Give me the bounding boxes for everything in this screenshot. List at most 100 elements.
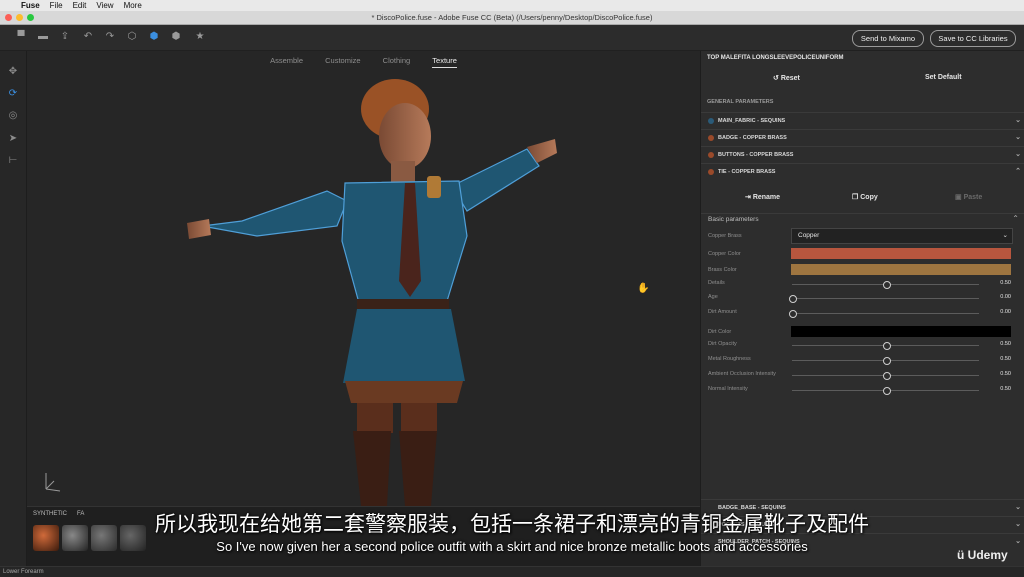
section-label: MAIN_FABRIC - SEQUINS — [718, 118, 786, 124]
material-dot-icon — [708, 118, 714, 124]
left-hand — [187, 219, 211, 239]
slider-label: Normal Intensity — [708, 386, 748, 392]
general-parameters-heading: GENERAL PARAMETERS — [707, 99, 774, 105]
status-text: Lower Forearm — [3, 569, 44, 575]
udemy-logo-icon: ü — [957, 548, 968, 562]
set-default-button[interactable]: Set Default — [925, 74, 962, 81]
cube-wire-icon[interactable]: ⬢ — [170, 31, 182, 43]
cube-outline-icon[interactable]: ⬡ — [126, 31, 138, 43]
section-tie[interactable]: TIE - COPPER BRASS ⌃ — [701, 163, 1024, 180]
rotate-icon[interactable]: ⟳ — [7, 88, 19, 100]
material-dot-icon — [708, 152, 714, 158]
chevron-up-icon[interactable]: ⌃ — [1012, 214, 1019, 223]
undo-icon[interactable]: ↶ — [82, 31, 94, 43]
badge — [427, 176, 441, 198]
basic-parameters-heading: Basic parameters — [708, 216, 759, 223]
slider-track[interactable] — [792, 387, 979, 395]
copper-color-label: Copper Color — [708, 251, 741, 257]
slider-label: Ambient Occlusion Intensity — [708, 371, 776, 377]
slider-label: Metal Roughness — [708, 356, 751, 362]
menu-edit[interactable]: Edit — [73, 1, 87, 10]
slider-handle[interactable] — [882, 281, 891, 289]
cube-solid-icon[interactable]: ⬢ — [148, 31, 160, 43]
dirt-color-label: Dirt Color — [708, 329, 732, 335]
hierarchy-icon[interactable]: ⊢ — [7, 155, 19, 167]
copy-icon: ❐ — [852, 194, 861, 201]
copy-label: Copy — [860, 194, 878, 201]
material-dot-icon — [708, 169, 714, 175]
menu-app-fuse[interactable]: Fuse — [21, 1, 40, 10]
slider-track[interactable] — [792, 357, 979, 365]
chevron-down-icon: ⌄ — [1015, 117, 1021, 124]
save-to-cc-libraries-button[interactable]: Save to CC Libraries — [930, 30, 1016, 47]
brass-color-swatch[interactable] — [791, 264, 1011, 275]
select-value: Copper — [798, 232, 820, 239]
select-pointer-icon[interactable]: ➤ — [7, 133, 19, 145]
slider-track[interactable] — [792, 372, 979, 380]
slider-handle[interactable] — [789, 295, 797, 303]
right-boot — [399, 431, 437, 506]
section-buttons[interactable]: BUTTONS - COPPER BRASS ⌄ — [701, 146, 1024, 163]
head — [379, 103, 431, 169]
brass-color-label: Brass Color — [708, 267, 737, 273]
slider-label: Details — [708, 280, 725, 286]
slider-label: Age — [708, 294, 718, 300]
section-badge[interactable]: BADGE - COPPER BRASS ⌄ — [701, 129, 1024, 146]
left-tool-rail: ✥ ⟳ ◎ ➤ ⊢ — [0, 51, 27, 566]
chevron-up-icon: ⌃ — [1015, 168, 1021, 175]
slider-handle[interactable] — [882, 342, 891, 350]
divider — [701, 213, 1024, 214]
udemy-text: Udemy — [967, 548, 1008, 562]
section-label: BUTTONS - COPPER BRASS — [718, 152, 794, 158]
right-arm — [451, 148, 540, 212]
reset-label: Reset — [780, 75, 800, 82]
menu-more[interactable]: More — [124, 1, 142, 10]
menu-file[interactable]: File — [50, 1, 63, 10]
character-model[interactable]: ✋ — [27, 51, 700, 506]
slider-handle[interactable] — [882, 357, 891, 365]
slider-value: 0.00 — [1000, 294, 1011, 300]
slider-value: 0.50 — [1000, 371, 1011, 377]
dirt-color-swatch[interactable] — [791, 326, 1011, 337]
slider-track[interactable] — [792, 281, 979, 289]
slider-track[interactable] — [792, 342, 979, 350]
hand-cursor-icon: ✋ — [637, 281, 649, 294]
paste-button[interactable]: ▣ Paste — [955, 193, 982, 201]
rename-button[interactable]: ⇥ Rename — [745, 193, 780, 201]
menu-view[interactable]: View — [96, 1, 113, 10]
section-main-fabric[interactable]: MAIN_FABRIC - SEQUINS ⌄ — [701, 112, 1024, 129]
chevron-down-icon: ⌄ — [1002, 232, 1008, 239]
slider-value: 0.00 — [1000, 309, 1011, 315]
subtitle-chinese: 所以我现在给她第二套警察服装，包括一条裙子和漂亮的青铜金属靴子及配件 — [155, 513, 869, 536]
right-thigh — [401, 403, 437, 433]
new-file-icon[interactable]: ▀ — [15, 31, 27, 43]
slider-track[interactable] — [789, 310, 979, 318]
properties-panel: TOP MALEFITA LONGSLEEVEPOLICEUNIFORM ↺ R… — [700, 51, 1024, 566]
3d-viewport[interactable]: Assemble Customize Clothing Texture ✋ SY… — [27, 51, 700, 566]
slider-handle[interactable] — [882, 387, 891, 395]
export-icon[interactable]: ⇪ — [59, 31, 71, 43]
send-to-mixamo-button[interactable]: Send to Mixamo — [852, 30, 924, 47]
open-file-icon[interactable]: ▬ — [37, 31, 49, 43]
chevron-down-icon: ⌄ — [1015, 134, 1021, 141]
star-icon[interactable]: ★ — [194, 31, 206, 43]
zoom-window-button[interactable] — [27, 14, 34, 21]
reset-button[interactable]: ↺ Reset — [773, 74, 800, 82]
close-window-button[interactable] — [5, 14, 12, 21]
axis-gizmo-icon — [45, 473, 61, 492]
paste-label: Paste — [963, 194, 983, 201]
move-icon[interactable]: ✥ — [7, 66, 19, 78]
neck — [391, 161, 415, 183]
section-label: TIE - COPPER BRASS — [718, 169, 776, 175]
minimize-window-button[interactable] — [16, 14, 23, 21]
copy-button[interactable]: ❐ Copy — [852, 193, 878, 201]
slider-handle[interactable] — [789, 310, 797, 318]
redo-icon[interactable]: ↷ — [104, 31, 116, 43]
copper-color-swatch[interactable] — [791, 248, 1011, 259]
section-label: BADGE - COPPER BRASS — [718, 135, 787, 141]
copper-brass-select[interactable]: Copper ⌄ — [791, 228, 1013, 244]
orbit-icon[interactable]: ◎ — [7, 110, 19, 122]
left-arm — [201, 190, 348, 237]
slider-handle[interactable] — [882, 372, 891, 380]
slider-track[interactable] — [789, 295, 979, 303]
